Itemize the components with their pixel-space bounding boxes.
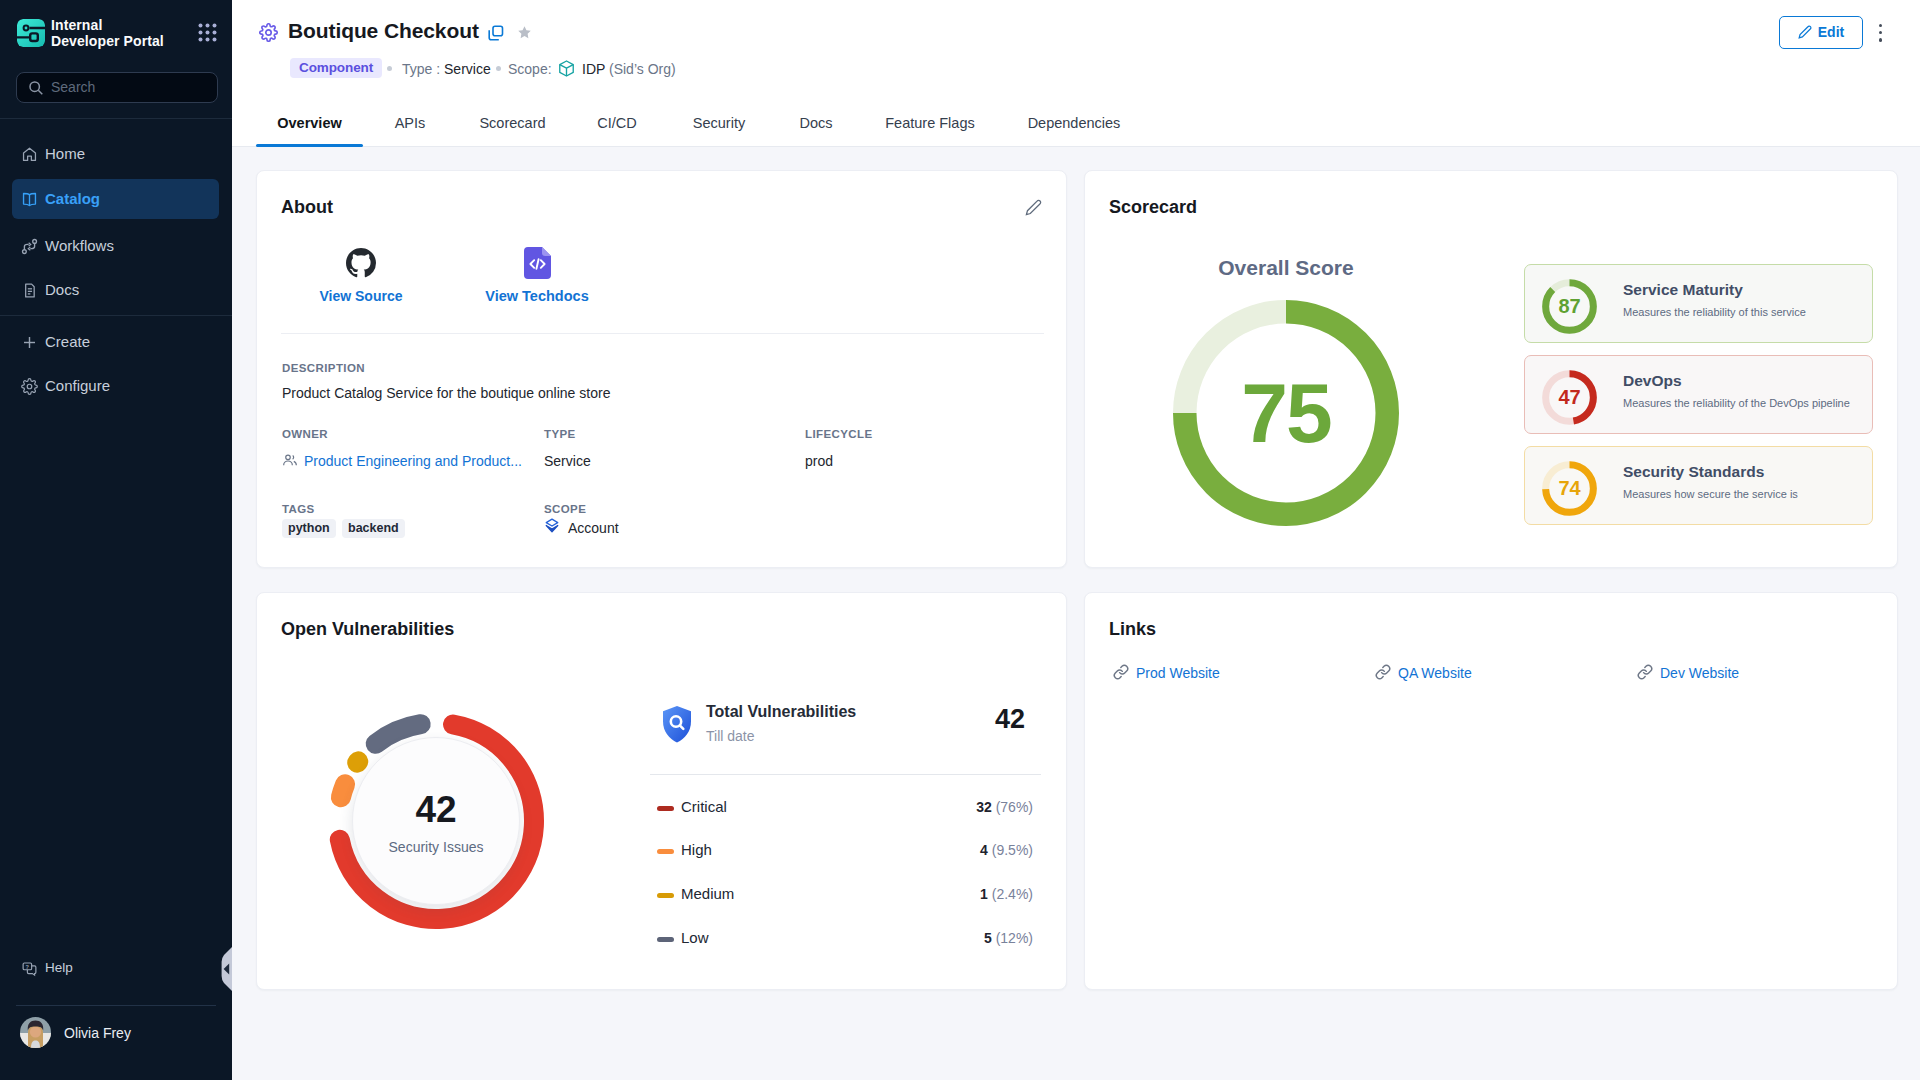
svg-text:?: ?: [25, 964, 29, 970]
